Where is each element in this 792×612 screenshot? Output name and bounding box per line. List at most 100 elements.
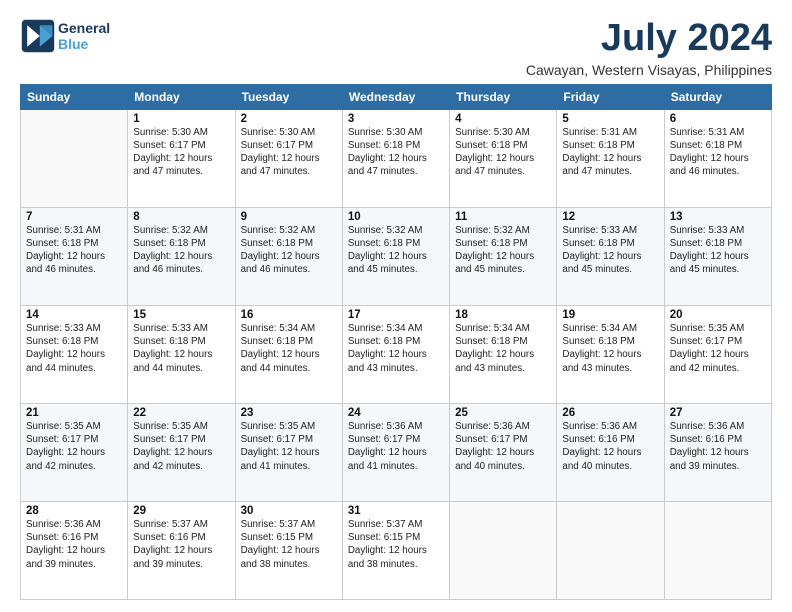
day-info: Sunrise: 5:33 AMSunset: 6:18 PMDaylight:…: [670, 224, 766, 277]
day-cell: 25Sunrise: 5:36 AMSunset: 6:17 PMDayligh…: [450, 403, 557, 501]
day-cell: 20Sunrise: 5:35 AMSunset: 6:17 PMDayligh…: [664, 305, 771, 403]
day-cell: 4Sunrise: 5:30 AMSunset: 6:18 PMDaylight…: [450, 109, 557, 207]
day-number: 17: [348, 309, 444, 321]
day-number: 28: [26, 505, 122, 517]
day-cell: 3Sunrise: 5:30 AMSunset: 6:18 PMDaylight…: [342, 109, 449, 207]
header: General Blue July 2024 Cawayan, Western …: [20, 18, 772, 78]
day-cell: 24Sunrise: 5:36 AMSunset: 6:17 PMDayligh…: [342, 403, 449, 501]
day-number: 22: [133, 407, 229, 419]
day-info: Sunrise: 5:31 AMSunset: 6:18 PMDaylight:…: [670, 126, 766, 179]
logo-icon: [20, 18, 56, 54]
day-number: 31: [348, 505, 444, 517]
day-info: Sunrise: 5:32 AMSunset: 6:18 PMDaylight:…: [455, 224, 551, 277]
day-number: 6: [670, 113, 766, 125]
day-info: Sunrise: 5:33 AMSunset: 6:18 PMDaylight:…: [26, 322, 122, 375]
day-cell: 8Sunrise: 5:32 AMSunset: 6:18 PMDaylight…: [128, 207, 235, 305]
day-number: 3: [348, 113, 444, 125]
day-info: Sunrise: 5:35 AMSunset: 6:17 PMDaylight:…: [26, 420, 122, 473]
day-info: Sunrise: 5:36 AMSunset: 6:16 PMDaylight:…: [562, 420, 658, 473]
day-cell: 1Sunrise: 5:30 AMSunset: 6:17 PMDaylight…: [128, 109, 235, 207]
day-cell: [450, 501, 557, 599]
day-cell: 15Sunrise: 5:33 AMSunset: 6:18 PMDayligh…: [128, 305, 235, 403]
day-info: Sunrise: 5:31 AMSunset: 6:18 PMDaylight:…: [26, 224, 122, 277]
day-info: Sunrise: 5:34 AMSunset: 6:18 PMDaylight:…: [241, 322, 337, 375]
day-cell: [664, 501, 771, 599]
day-info: Sunrise: 5:30 AMSunset: 6:17 PMDaylight:…: [133, 126, 229, 179]
logo: General Blue: [20, 18, 110, 54]
day-number: 25: [455, 407, 551, 419]
day-number: 8: [133, 211, 229, 223]
day-number: 1: [133, 113, 229, 125]
day-number: 12: [562, 211, 658, 223]
col-header-saturday: Saturday: [664, 84, 771, 109]
calendar-table: SundayMondayTuesdayWednesdayThursdayFrid…: [20, 84, 772, 600]
col-header-tuesday: Tuesday: [235, 84, 342, 109]
day-cell: 28Sunrise: 5:36 AMSunset: 6:16 PMDayligh…: [21, 501, 128, 599]
month-title: July 2024: [526, 18, 772, 60]
day-info: Sunrise: 5:33 AMSunset: 6:18 PMDaylight:…: [133, 322, 229, 375]
day-number: 21: [26, 407, 122, 419]
day-cell: 23Sunrise: 5:35 AMSunset: 6:17 PMDayligh…: [235, 403, 342, 501]
day-cell: [21, 109, 128, 207]
day-cell: 17Sunrise: 5:34 AMSunset: 6:18 PMDayligh…: [342, 305, 449, 403]
week-row-3: 21Sunrise: 5:35 AMSunset: 6:17 PMDayligh…: [21, 403, 772, 501]
day-cell: [557, 501, 664, 599]
day-number: 24: [348, 407, 444, 419]
day-number: 5: [562, 113, 658, 125]
day-number: 14: [26, 309, 122, 321]
day-number: 15: [133, 309, 229, 321]
day-cell: 16Sunrise: 5:34 AMSunset: 6:18 PMDayligh…: [235, 305, 342, 403]
day-number: 20: [670, 309, 766, 321]
col-header-friday: Friday: [557, 84, 664, 109]
day-cell: 29Sunrise: 5:37 AMSunset: 6:16 PMDayligh…: [128, 501, 235, 599]
day-cell: 21Sunrise: 5:35 AMSunset: 6:17 PMDayligh…: [21, 403, 128, 501]
col-header-sunday: Sunday: [21, 84, 128, 109]
day-cell: 26Sunrise: 5:36 AMSunset: 6:16 PMDayligh…: [557, 403, 664, 501]
day-cell: 19Sunrise: 5:34 AMSunset: 6:18 PMDayligh…: [557, 305, 664, 403]
day-info: Sunrise: 5:36 AMSunset: 6:16 PMDaylight:…: [670, 420, 766, 473]
week-row-2: 14Sunrise: 5:33 AMSunset: 6:18 PMDayligh…: [21, 305, 772, 403]
day-info: Sunrise: 5:37 AMSunset: 6:16 PMDaylight:…: [133, 518, 229, 571]
day-cell: 31Sunrise: 5:37 AMSunset: 6:15 PMDayligh…: [342, 501, 449, 599]
day-cell: 22Sunrise: 5:35 AMSunset: 6:17 PMDayligh…: [128, 403, 235, 501]
day-number: 29: [133, 505, 229, 517]
day-info: Sunrise: 5:32 AMSunset: 6:18 PMDaylight:…: [241, 224, 337, 277]
day-cell: 18Sunrise: 5:34 AMSunset: 6:18 PMDayligh…: [450, 305, 557, 403]
day-number: 26: [562, 407, 658, 419]
week-row-1: 7Sunrise: 5:31 AMSunset: 6:18 PMDaylight…: [21, 207, 772, 305]
calendar-header-row: SundayMondayTuesdayWednesdayThursdayFrid…: [21, 84, 772, 109]
day-number: 11: [455, 211, 551, 223]
day-cell: 14Sunrise: 5:33 AMSunset: 6:18 PMDayligh…: [21, 305, 128, 403]
day-number: 10: [348, 211, 444, 223]
day-info: Sunrise: 5:34 AMSunset: 6:18 PMDaylight:…: [348, 322, 444, 375]
day-info: Sunrise: 5:36 AMSunset: 6:16 PMDaylight:…: [26, 518, 122, 571]
day-info: Sunrise: 5:32 AMSunset: 6:18 PMDaylight:…: [133, 224, 229, 277]
day-info: Sunrise: 5:31 AMSunset: 6:18 PMDaylight:…: [562, 126, 658, 179]
day-cell: 6Sunrise: 5:31 AMSunset: 6:18 PMDaylight…: [664, 109, 771, 207]
day-info: Sunrise: 5:36 AMSunset: 6:17 PMDaylight:…: [455, 420, 551, 473]
day-number: 13: [670, 211, 766, 223]
col-header-monday: Monday: [128, 84, 235, 109]
location-title: Cawayan, Western Visayas, Philippines: [526, 62, 772, 78]
day-info: Sunrise: 5:34 AMSunset: 6:18 PMDaylight:…: [562, 322, 658, 375]
day-info: Sunrise: 5:30 AMSunset: 6:17 PMDaylight:…: [241, 126, 337, 179]
logo-text: General Blue: [58, 20, 110, 52]
day-info: Sunrise: 5:37 AMSunset: 6:15 PMDaylight:…: [241, 518, 337, 571]
day-cell: 7Sunrise: 5:31 AMSunset: 6:18 PMDaylight…: [21, 207, 128, 305]
day-number: 4: [455, 113, 551, 125]
day-cell: 10Sunrise: 5:32 AMSunset: 6:18 PMDayligh…: [342, 207, 449, 305]
col-header-thursday: Thursday: [450, 84, 557, 109]
day-cell: 11Sunrise: 5:32 AMSunset: 6:18 PMDayligh…: [450, 207, 557, 305]
day-number: 2: [241, 113, 337, 125]
day-info: Sunrise: 5:35 AMSunset: 6:17 PMDaylight:…: [670, 322, 766, 375]
day-number: 16: [241, 309, 337, 321]
day-info: Sunrise: 5:30 AMSunset: 6:18 PMDaylight:…: [455, 126, 551, 179]
day-cell: 12Sunrise: 5:33 AMSunset: 6:18 PMDayligh…: [557, 207, 664, 305]
day-number: 30: [241, 505, 337, 517]
day-cell: 2Sunrise: 5:30 AMSunset: 6:17 PMDaylight…: [235, 109, 342, 207]
week-row-0: 1Sunrise: 5:30 AMSunset: 6:17 PMDaylight…: [21, 109, 772, 207]
title-block: July 2024 Cawayan, Western Visayas, Phil…: [526, 18, 772, 78]
day-info: Sunrise: 5:32 AMSunset: 6:18 PMDaylight:…: [348, 224, 444, 277]
day-number: 19: [562, 309, 658, 321]
day-info: Sunrise: 5:36 AMSunset: 6:17 PMDaylight:…: [348, 420, 444, 473]
